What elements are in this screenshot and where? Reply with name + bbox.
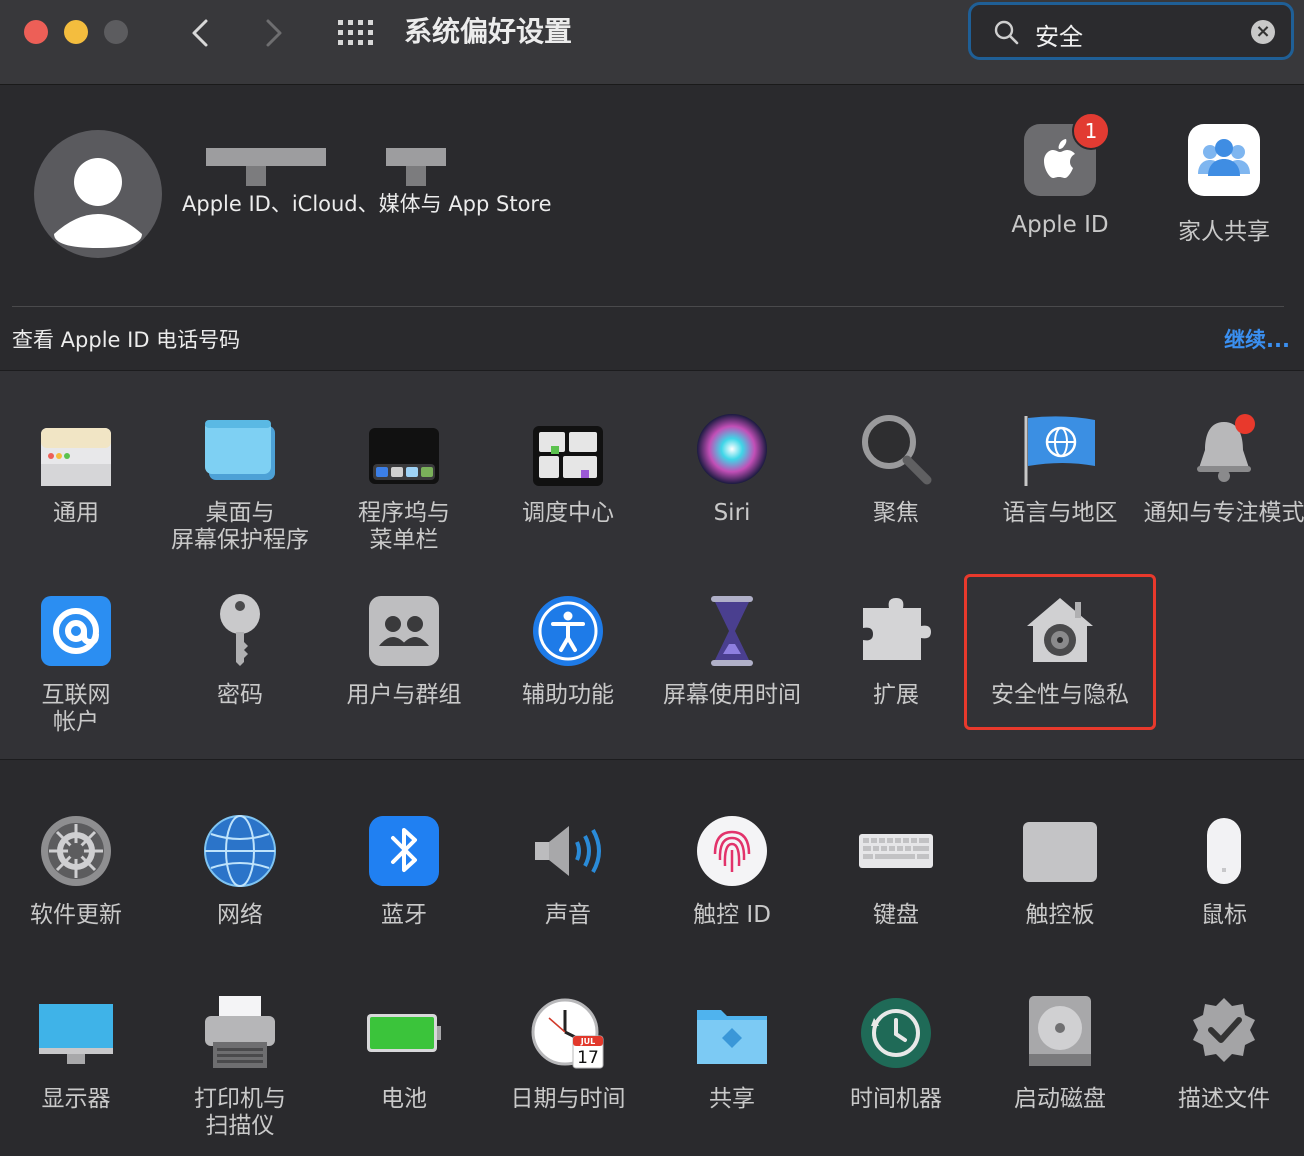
dock-menubar-icon (369, 428, 439, 484)
at-sign-icon (41, 596, 111, 666)
chevron-right-icon[interactable] (262, 18, 286, 48)
pref-label: 调度中心 (522, 500, 614, 526)
globe-icon (204, 815, 276, 887)
pref-label: 通用 (53, 500, 99, 526)
search-field[interactable]: 安全 × (968, 2, 1294, 60)
window-title: 系统偏好设置 (404, 15, 573, 48)
search-icon (994, 20, 1019, 45)
key-icon (220, 594, 260, 666)
minimize-window-button[interactable] (64, 20, 88, 44)
fingerprint-icon (697, 816, 767, 886)
folder-icon (697, 1010, 767, 1064)
grid-icon[interactable] (338, 20, 374, 46)
pref-label: 网络 (217, 902, 263, 928)
pref-label: 程序坞与 菜单栏 (358, 500, 450, 553)
pref-label: 扩展 (873, 682, 919, 708)
pref-label: 语言与地区 (1002, 500, 1118, 526)
desktop-screensaver-icon (205, 420, 275, 480)
pref-label: 启动磁盘 (1014, 1086, 1106, 1112)
notice-text: 查看 Apple ID 电话号码 (12, 328, 241, 352)
pref-label: 触控 ID (693, 902, 771, 928)
pref-label: 键盘 (873, 902, 919, 928)
time-machine-icon (861, 998, 931, 1068)
pref-label: 软件更新 (30, 902, 122, 928)
flag-globe-icon (1024, 416, 1095, 486)
users-icon (369, 596, 439, 666)
notification-badge: 1 (1072, 112, 1110, 150)
avatar[interactable] (34, 130, 162, 258)
gear-icon (41, 816, 111, 886)
pref-label: 聚焦 (873, 500, 919, 526)
pref-label: 用户与群组 (346, 682, 462, 708)
hourglass-icon (711, 596, 753, 666)
pref-label: 蓝牙 (381, 902, 427, 928)
bell-icon (1197, 414, 1255, 482)
clear-icon[interactable]: × (1251, 20, 1275, 44)
continue-link[interactable]: 继续... (1224, 324, 1290, 354)
printer-icon (205, 996, 275, 1068)
pref-label: 桌面与 屏幕保护程序 (171, 500, 309, 553)
calendar-day: 17 (577, 1048, 599, 1068)
trackpad-icon (1023, 822, 1097, 882)
puzzle-icon (863, 598, 931, 660)
pref-label: 打印机与 扫描仪 (194, 1086, 286, 1139)
pref-label: 辅助功能 (522, 682, 614, 708)
bluetooth-icon (369, 816, 439, 886)
pref-label: 声音 (545, 902, 591, 928)
pref-label: 互联网 帐户 (41, 682, 111, 735)
title-bar: 系统偏好设置 安全 × (0, 0, 1304, 85)
zoom-window-button[interactable] (104, 20, 128, 44)
general-icon (41, 428, 111, 486)
siri-icon (697, 414, 767, 484)
pref-label: 日期与时间 (510, 1086, 626, 1112)
mouse-icon (1207, 818, 1241, 884)
checkmark-badge-icon (1193, 998, 1255, 1062)
pref-label: 通知与专注模式 (1143, 500, 1304, 526)
keyboard-icon (859, 834, 933, 868)
display-icon (39, 1004, 113, 1064)
accessibility-icon (533, 596, 603, 666)
pref-label: 描述文件 (1178, 1086, 1270, 1112)
pref-label: 电池 (381, 1086, 427, 1112)
close-window-button[interactable] (24, 20, 48, 44)
calendar-month: JUL (580, 1037, 596, 1046)
pref-label: 鼠标 (1201, 902, 1247, 928)
pref-label: Siri (713, 500, 751, 526)
pref-label: 时间机器 (850, 1086, 942, 1112)
spotlight-icon (862, 415, 932, 485)
family-sharing-label: 家人共享 (1178, 219, 1270, 245)
pref-label: 屏幕使用时间 (663, 682, 801, 708)
pref-label: 密码 (217, 682, 263, 708)
divider (12, 306, 1284, 307)
search-input[interactable]: 安全 (1035, 17, 1083, 52)
pref-label: 触控板 (1025, 902, 1095, 928)
apple-id-label: Apple ID (1011, 212, 1109, 238)
hard-disk-icon (1029, 996, 1091, 1066)
pref-label: 显示器 (41, 1086, 111, 1112)
speaker-icon (535, 826, 601, 876)
family-sharing-icon[interactable] (1188, 124, 1260, 196)
battery-icon (367, 1014, 441, 1052)
account-subtitle: Apple ID、iCloud、媒体与 App Store (182, 192, 552, 216)
highlight-box (964, 574, 1156, 730)
pref-label: 共享 (709, 1086, 755, 1112)
chevron-left-icon[interactable] (188, 18, 212, 48)
mission-control-icon (533, 426, 603, 486)
